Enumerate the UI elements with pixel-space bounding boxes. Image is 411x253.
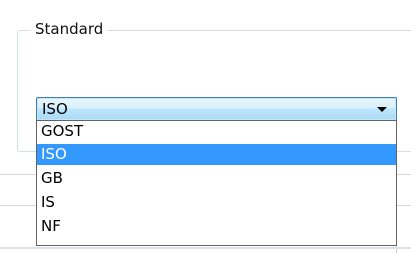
bottom-edge (0, 247, 411, 249)
standard-dropdown-list[interactable]: GOST ISO GB IS NF (36, 120, 397, 246)
dropdown-item-gost[interactable]: GOST (37, 121, 396, 142)
chevron-down-icon[interactable] (377, 107, 387, 112)
standard-combobox[interactable]: ISO (36, 97, 397, 121)
dropdown-item-iso[interactable]: ISO (37, 144, 396, 165)
dropdown-item-is[interactable]: IS (37, 192, 396, 213)
dropdown-item-nf[interactable]: NF (37, 216, 396, 237)
groupbox-title: Standard (31, 18, 108, 40)
dropdown-item-gb[interactable]: GB (37, 168, 396, 189)
combobox-value: ISO (42, 100, 68, 118)
